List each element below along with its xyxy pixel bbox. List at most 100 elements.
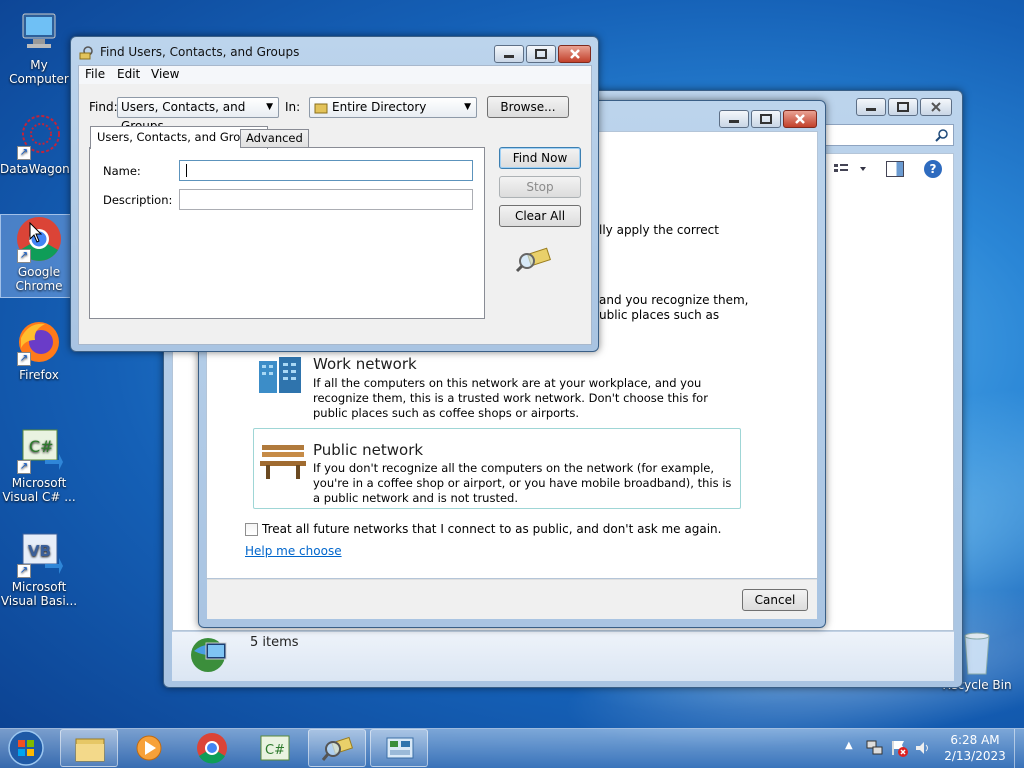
taskbar-media-player[interactable] (120, 729, 178, 767)
item-count: 5 items (250, 635, 299, 650)
svg-text:C#: C# (29, 437, 54, 456)
public-network-title: Public network (313, 441, 424, 459)
find-type-dropdown[interactable]: Users, Contacts, and Groups▼ (117, 97, 279, 133)
find-dialog[interactable]: Find Users, Contacts, and Groups File Ed… (70, 36, 599, 352)
desktop-icon-label: Google Chrome (15, 265, 63, 293)
show-hidden-icons[interactable]: ▲ (845, 740, 853, 751)
media-player-icon (136, 735, 162, 761)
taskbar-chrome[interactable] (183, 729, 241, 767)
svg-text:VB: VB (28, 542, 51, 560)
name-input[interactable] (179, 160, 473, 181)
desktop-icon-datawagon[interactable]: ↗ DataWagon... (0, 112, 82, 176)
close-button[interactable] (783, 110, 817, 128)
cancel-button[interactable]: Cancel (742, 589, 808, 611)
maximize-button[interactable] (888, 98, 918, 116)
find-dialog-app-icon (79, 45, 95, 64)
chevron-down-icon: ▼ (266, 102, 273, 112)
name-label: Name: (103, 164, 141, 178)
folder-icon (75, 738, 105, 762)
treat-public-checkbox[interactable] (245, 523, 258, 536)
taskbar-network-control-panel[interactable] (370, 729, 428, 767)
menu-view[interactable]: View (151, 67, 179, 81)
clear-all-button[interactable]: Clear All (499, 205, 581, 227)
search-magnifier-icon (515, 243, 551, 276)
desktop-icon-label: Microsoft Visual Basi... (0, 580, 78, 608)
taskbar-find-users[interactable] (308, 729, 366, 767)
chevron-down-icon: ▼ (464, 102, 471, 112)
clock-time: 6:28 AM (950, 733, 1000, 747)
firefox-icon: ↗ (15, 318, 63, 366)
maximize-button[interactable] (526, 45, 556, 63)
close-button[interactable] (920, 98, 952, 116)
in-label: In: (285, 100, 301, 114)
description-label: Description: (103, 193, 173, 207)
menu-file[interactable]: File (85, 67, 105, 81)
help-me-choose-link[interactable]: Help me choose (245, 544, 342, 558)
desktop-icon-label: Firefox (19, 368, 59, 382)
in-location-dropdown[interactable]: Entire Directory ▼ (309, 97, 477, 118)
minimize-button[interactable] (719, 110, 749, 128)
csharp-icon: C# ↗ (15, 426, 63, 474)
datawagon-icon: ↗ (15, 112, 63, 160)
windows-logo-icon (8, 730, 44, 766)
volume-icon[interactable] (914, 739, 932, 760)
desktop-icon-my-computer[interactable]: My Computer (0, 8, 78, 86)
public-network-option[interactable]: Public network If you don't recognize al… (253, 428, 741, 509)
control-panel-icon (386, 737, 414, 759)
work-network-title: Work network (313, 355, 417, 373)
shortcut-arrow-icon: ↗ (17, 460, 31, 474)
network-tray-icon[interactable] (866, 739, 884, 760)
home-text-fragment-1: and you recognize them, (599, 293, 749, 307)
work-building-icon (257, 355, 305, 398)
treat-public-label[interactable]: Treat all future networks that I connect… (262, 522, 721, 536)
network-globe-icon (188, 633, 230, 675)
desktop-icon-label: My Computer (9, 58, 69, 86)
taskbar-visual-csharp[interactable]: C# (246, 729, 304, 767)
park-bench-icon (258, 439, 308, 484)
minimize-button[interactable] (856, 98, 886, 116)
work-network-description: If all the computers on this network are… (313, 376, 708, 420)
minimize-button[interactable] (494, 45, 524, 63)
in-location-value: Entire Directory (332, 100, 427, 114)
desktop-icon-label: Microsoft Visual C# ... (2, 476, 76, 504)
browse-button[interactable]: Browse... (487, 96, 569, 118)
desktop-icon-label: DataWagon... (0, 162, 82, 176)
shortcut-arrow-icon: ↗ (17, 249, 31, 263)
computer-icon (15, 8, 63, 56)
menu-edit[interactable]: Edit (117, 67, 140, 81)
maximize-button[interactable] (751, 110, 781, 128)
clock-date: 2/13/2023 (944, 749, 1006, 763)
desktop-icon-visual-basic[interactable]: VB ↗ Microsoft Visual Basi... (0, 530, 78, 608)
text-caret (186, 164, 187, 177)
directory-icon (314, 103, 328, 114)
chrome-icon (197, 733, 227, 764)
work-network-option[interactable]: Work network If all the computers on thi… (253, 351, 741, 426)
tab-advanced[interactable]: Advanced (240, 129, 309, 148)
start-button[interactable] (4, 729, 48, 767)
search-box[interactable] (824, 124, 954, 146)
desktop-icon-firefox[interactable]: ↗ Firefox (0, 318, 78, 382)
close-button[interactable] (558, 45, 591, 63)
find-label: Find: (89, 100, 118, 114)
find-users-icon (321, 736, 354, 761)
stop-button[interactable]: Stop (499, 176, 581, 198)
desktop-icon-visual-csharp[interactable]: C# ↗ Microsoft Visual C# ... (0, 426, 78, 504)
search-icon (935, 129, 948, 142)
view-options-icon[interactable] (832, 159, 872, 179)
find-dialog-title: Find Users, Contacts, and Groups (100, 45, 300, 59)
preview-pane-icon[interactable] (886, 161, 904, 177)
public-network-description: If you don't recognize all the computers… (313, 461, 732, 505)
footer-bar (207, 579, 817, 619)
svg-text:C#: C# (265, 743, 285, 758)
shortcut-arrow-icon: ↗ (17, 146, 31, 160)
find-now-button[interactable]: Find Now (499, 147, 581, 169)
shortcut-arrow-icon: ↗ (17, 352, 31, 366)
intro-text-fragment: lly apply the correct (599, 223, 719, 237)
action-center-icon[interactable] (890, 739, 908, 760)
clock[interactable]: 6:28 AM 2/13/2023 (940, 732, 1010, 764)
help-icon[interactable]: ? (924, 160, 942, 178)
show-desktop-button[interactable] (1014, 729, 1024, 768)
visual-basic-icon: VB ↗ (15, 530, 63, 578)
taskbar-explorer[interactable] (60, 729, 118, 767)
description-input[interactable] (179, 189, 473, 210)
